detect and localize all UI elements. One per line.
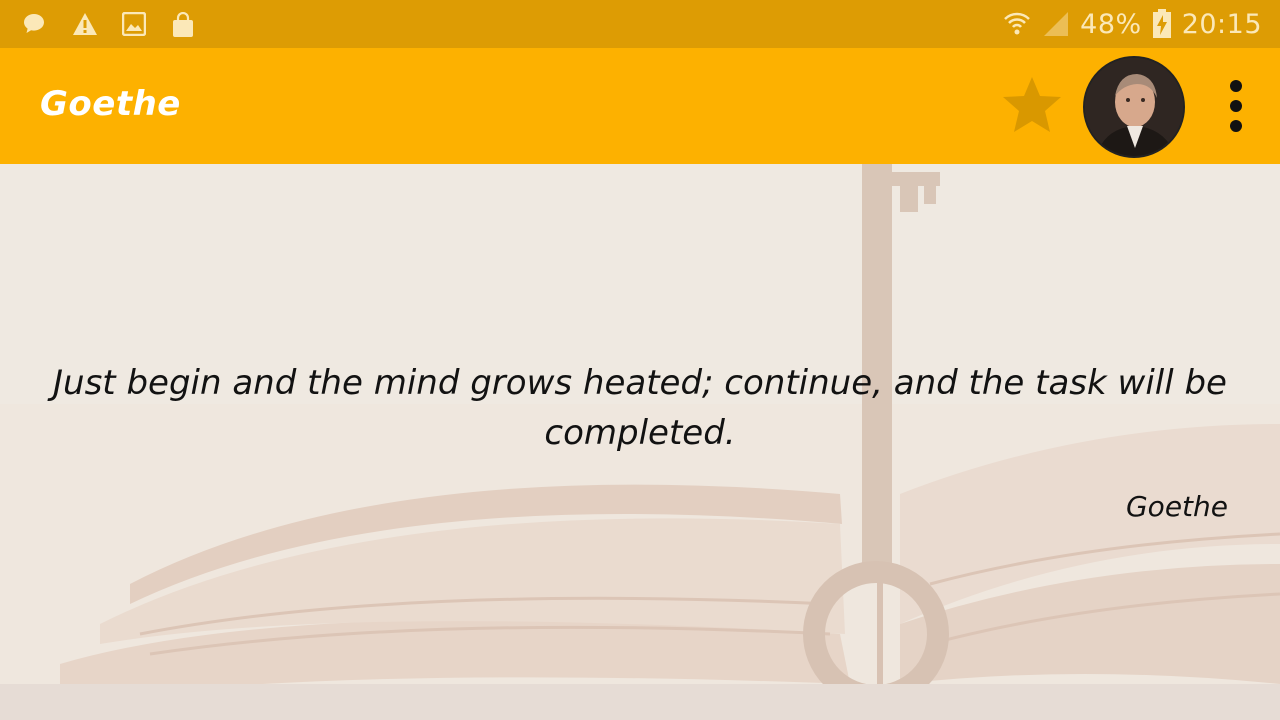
- signal-icon: [1042, 10, 1070, 38]
- author-portrait: [1085, 58, 1183, 156]
- app-bar: Goethe: [0, 48, 1280, 164]
- wifi-icon: [1002, 9, 1032, 39]
- more-vert-icon: [1230, 80, 1242, 132]
- app-title: Goethe: [40, 84, 181, 124]
- favorite-button[interactable]: [1001, 74, 1063, 136]
- image-icon: [121, 11, 147, 37]
- chat-bubble-icon: [22, 12, 46, 36]
- author-avatar[interactable]: [1083, 56, 1185, 158]
- quote-screen: Just begin and the mind grows heated; co…: [0, 164, 1280, 720]
- battery-charging-icon: [1152, 9, 1172, 39]
- status-bar: 48% 20:15: [0, 0, 1280, 48]
- more-options-button[interactable]: [1222, 78, 1250, 134]
- battery-percent: 48%: [1080, 8, 1142, 40]
- star-icon: [1003, 77, 1061, 132]
- status-system: 48% 20:15: [1002, 9, 1262, 40]
- warning-icon: [72, 12, 97, 36]
- quote-text: Just begin and the mind grows heated; co…: [53, 363, 1227, 453]
- shopping-bag-icon: [172, 11, 196, 37]
- clock: 20:15: [1181, 8, 1262, 40]
- status-notifications: [22, 11, 196, 37]
- quote-author: Goethe: [1125, 490, 1228, 523]
